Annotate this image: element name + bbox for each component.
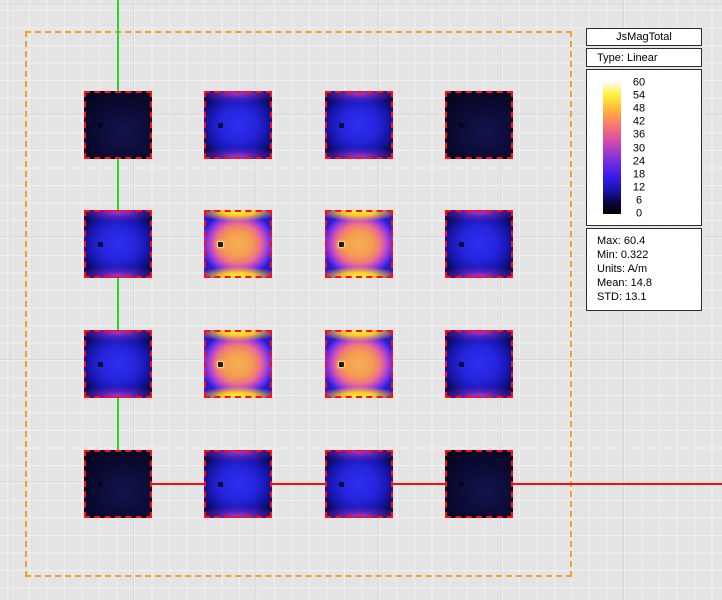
feed-point-marker — [218, 362, 223, 367]
patch-r3c1[interactable] — [84, 330, 152, 398]
patch-r4c3[interactable] — [325, 450, 393, 518]
model-viewport[interactable]: JsMagTotal Type: Linear 6054484236302418… — [0, 0, 722, 600]
feed-point-marker — [98, 362, 103, 367]
colorbar-tick-label: 30 — [625, 143, 653, 154]
colorbar-tick-label: 60 — [625, 78, 653, 89]
colorbar-tick-label: 18 — [625, 169, 653, 180]
patch-r4c2[interactable] — [204, 450, 272, 518]
feed-point-marker — [98, 123, 103, 128]
feed-point-marker — [339, 242, 344, 247]
patch-r2c1[interactable] — [84, 210, 152, 278]
field-legend: JsMagTotal Type: Linear 6054484236302418… — [586, 28, 702, 313]
colorbar-tick-label: 0 — [625, 209, 653, 220]
patch-r1c3[interactable] — [325, 91, 393, 159]
patch-r3c2[interactable] — [204, 330, 272, 398]
patch-r2c2[interactable] — [204, 210, 272, 278]
colorbar-tick-label: 24 — [625, 156, 653, 167]
patch-r1c1[interactable] — [84, 91, 152, 159]
colorbar-tick-label: 54 — [625, 91, 653, 102]
legend-colorbar-box: 60544842363024181260 — [586, 69, 702, 226]
legend-stat-line: Mean: 14.8 — [597, 276, 697, 290]
legend-stat-line: Units: A/m — [597, 262, 697, 276]
legend-scale-type: Type: Linear — [586, 48, 702, 67]
legend-stat-line: Min: 0.322 — [597, 248, 697, 262]
feed-point-marker — [339, 123, 344, 128]
feed-point-marker — [98, 482, 103, 487]
feed-point-marker — [218, 242, 223, 247]
colorbar-tick-label: 36 — [625, 130, 653, 141]
colorbar-tick-label: 42 — [625, 117, 653, 128]
patch-r4c4[interactable] — [445, 450, 513, 518]
feed-point-marker — [98, 242, 103, 247]
feed-point-marker — [339, 362, 344, 367]
feed-point-marker — [459, 123, 464, 128]
colorbar-tick-label: 6 — [625, 195, 653, 206]
patch-r2c3[interactable] — [325, 210, 393, 278]
legend-stat-line: STD: 13.1 — [597, 290, 697, 304]
colorbar-tick-label: 12 — [625, 182, 653, 193]
legend-title: JsMagTotal — [586, 28, 702, 46]
feed-point-marker — [218, 123, 223, 128]
feed-point-marker — [339, 482, 344, 487]
legend-stat-line: Max: 60.4 — [597, 234, 697, 248]
patch-r2c4[interactable] — [445, 210, 513, 278]
colorbar-tick-labels: 60544842363024181260 — [625, 83, 653, 214]
feed-point-marker — [459, 482, 464, 487]
patch-r3c4[interactable] — [445, 330, 513, 398]
legend-stats-box: Max: 60.4Min: 0.322Units: A/mMean: 14.8S… — [586, 228, 702, 311]
patch-r1c2[interactable] — [204, 91, 272, 159]
colorbar-gradient — [603, 83, 621, 214]
feed-point-marker — [459, 362, 464, 367]
feed-point-marker — [218, 482, 223, 487]
patch-r1c4[interactable] — [445, 91, 513, 159]
colorbar-tick-label: 48 — [625, 104, 653, 115]
patch-r4c1[interactable] — [84, 450, 152, 518]
patch-r3c3[interactable] — [325, 330, 393, 398]
feed-point-marker — [459, 242, 464, 247]
